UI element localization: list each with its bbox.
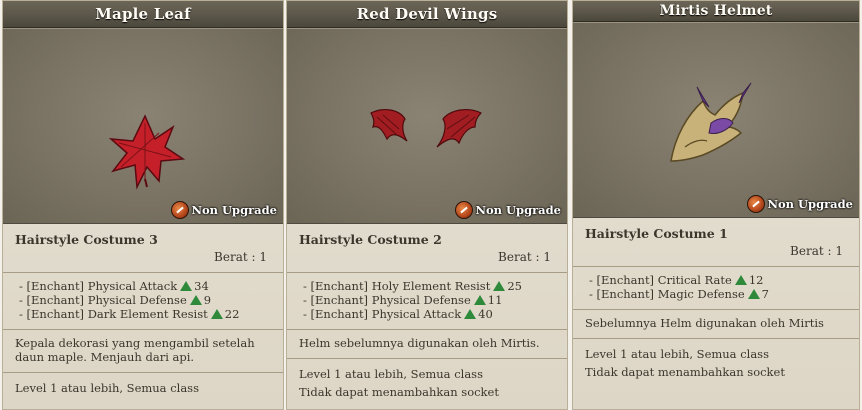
item-description: Helm sebelumnya digunakan oleh Mirtis. (299, 336, 540, 350)
stat-value: 7 (761, 287, 769, 301)
item-requirement: Level 1 atau lebih, Semua class (299, 367, 483, 381)
helmet-icon (670, 82, 752, 162)
stat-label: - [Enchant] Physical Attack (19, 279, 178, 293)
item-socket-note: Tidak dapat menambahkan socket (299, 385, 499, 399)
item-preview: Non Upgrade (573, 22, 859, 218)
stat-row: - [Enchant] Physical Attack 34 (19, 279, 271, 293)
stat-row: - [Enchant] Physical Attack 40 (303, 307, 555, 321)
item-tooltip-red-devil-wings: Red Devil Wings Non Upgrade Hairstyle Co… (286, 0, 568, 410)
stat-label: - [Enchant] Magic Defense (589, 287, 745, 301)
stat-row: - [Enchant] Physical Defense 11 (303, 293, 555, 307)
non-upgrade-badge: Non Upgrade (171, 201, 277, 219)
item-title: Maple Leaf (3, 1, 283, 28)
up-arrow-icon (473, 295, 486, 305)
up-arrow-icon (189, 295, 202, 305)
item-requirement: Level 1 atau lebih, Semua class (585, 347, 769, 361)
item-title: Red Devil Wings (287, 1, 567, 28)
non-upgrade-icon (455, 201, 474, 219)
maple-leaf-icon (108, 114, 186, 190)
non-upgrade-icon (171, 201, 190, 219)
stat-label: - [Enchant] Physical Defense (303, 293, 471, 307)
non-upgrade-badge: Non Upgrade (747, 195, 853, 213)
item-info: Hairstyle Costume 3 Berat : 1 - [Enchant… (3, 224, 283, 397)
item-info: Hairstyle Costume 2 Berat : 1 - [Enchant… (287, 224, 567, 401)
item-weight: Berat : 1 (790, 244, 843, 258)
item-type: Hairstyle Costume 3 (15, 232, 158, 247)
item-type: Hairstyle Costume 1 (585, 226, 728, 241)
stat-list: - [Enchant] Physical Attack 34 - [Enchant… (15, 279, 271, 321)
item-requirement: Level 1 atau lebih, Semua class (15, 381, 199, 395)
stat-row: - [Enchant] Holy Element Resist 25 (303, 279, 555, 293)
item-weight: Berat : 1 (214, 250, 267, 264)
stat-label: - [Enchant] Critical Rate (589, 273, 732, 287)
item-description: Kepala dekorasi yang mengambil setelah d… (15, 336, 255, 364)
non-upgrade-icon (747, 195, 766, 213)
divider (3, 372, 283, 373)
stat-value: 25 (507, 279, 522, 293)
stat-row: - [Enchant] Physical Defense 9 (19, 293, 271, 307)
divider (573, 338, 859, 339)
stat-value: 9 (203, 293, 212, 307)
divider (287, 272, 567, 273)
item-description: Sebelumnya Helm digunakan oleh Mirtis (585, 316, 824, 330)
non-upgrade-badge: Non Upgrade (455, 201, 561, 219)
divider (287, 329, 567, 330)
item-socket-note: Tidak dapat menambahkan socket (585, 365, 785, 379)
badge-label: Non Upgrade (475, 203, 561, 217)
up-arrow-icon (734, 275, 747, 285)
divider (573, 309, 859, 310)
item-weight: Berat : 1 (498, 250, 551, 264)
stat-value: 12 (748, 273, 764, 287)
up-arrow-icon (493, 281, 506, 291)
stat-value: 34 (194, 279, 209, 293)
stat-value: 22 (224, 307, 240, 321)
item-preview: Non Upgrade (287, 28, 567, 224)
divider (573, 266, 859, 267)
divider (287, 358, 567, 359)
divider (3, 329, 283, 330)
item-tooltip-mirtis-helmet: Mirtis Helmet Non Upgrade Hairstyle Cost… (572, 0, 860, 410)
stat-label: - [Enchant] Physical Defense (19, 293, 187, 307)
stat-list: - [Enchant] Critical Rate 12 - [Enchant] … (585, 273, 847, 301)
stat-row: - [Enchant] Dark Element Resist 22 (19, 307, 271, 321)
stat-row: - [Enchant] Critical Rate 12 (589, 273, 847, 287)
up-arrow-icon (464, 309, 477, 319)
up-arrow-icon (180, 281, 193, 291)
devil-wings-icon (370, 109, 483, 148)
stat-value: 11 (487, 293, 503, 307)
stat-list: - [Enchant] Holy Element Resist 25 - [Enc… (299, 279, 555, 321)
badge-label: Non Upgrade (191, 203, 277, 217)
badge-label: Non Upgrade (767, 197, 853, 211)
stat-label: - [Enchant] Holy Element Resist (303, 279, 491, 293)
item-info: Hairstyle Costume 1 Berat : 1 - [Enchant… (573, 218, 859, 381)
stat-value: 40 (478, 307, 493, 321)
stat-row: - [Enchant] Magic Defense 7 (589, 287, 847, 301)
divider (3, 272, 283, 273)
stat-label: - [Enchant] Dark Element Resist (19, 307, 208, 321)
item-tooltip-maple-leaf: Maple Leaf Non Upgrade Hairstyle Costume… (2, 0, 284, 410)
item-title: Mirtis Helmet (573, 1, 859, 22)
up-arrow-icon (747, 289, 760, 299)
up-arrow-icon (210, 309, 223, 319)
item-preview: Non Upgrade (3, 28, 283, 224)
stat-label: - [Enchant] Physical Attack (303, 307, 462, 321)
item-type: Hairstyle Costume 2 (299, 232, 442, 247)
